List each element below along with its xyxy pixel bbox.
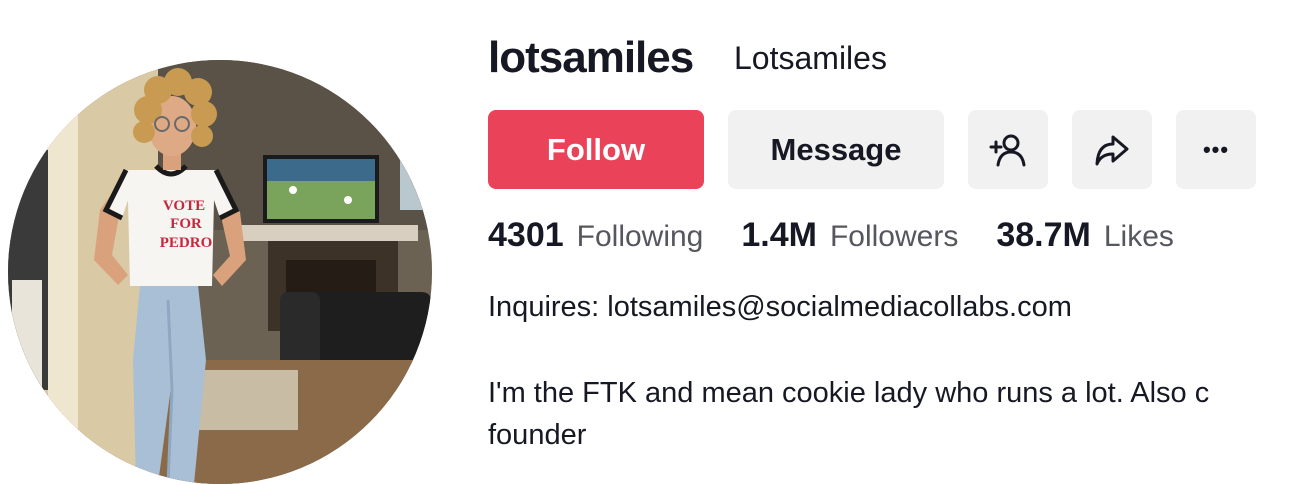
followers-count: 1.4M xyxy=(741,216,817,254)
shirt-text-3: PEDRO xyxy=(160,235,213,251)
follow-button[interactable]: Follow xyxy=(488,110,704,189)
following-label: Following xyxy=(576,220,704,253)
avatar[interactable]: VOTE FOR PEDRO xyxy=(8,60,432,484)
shirt-text-2: FOR xyxy=(170,216,202,232)
bio-text: I'm the FTK and mean cookie lady who run… xyxy=(488,372,1290,456)
bio-line-1: I'm the FTK and mean cookie lady who run… xyxy=(488,377,1210,409)
following-count: 4301 xyxy=(488,216,564,254)
share-button[interactable] xyxy=(1072,110,1152,189)
add-user-icon xyxy=(989,134,1026,166)
bio-contact: Inquires: lotsamiles@socialmediacollabs.… xyxy=(488,291,1072,323)
profile-photo-icon: VOTE FOR PEDRO xyxy=(8,60,432,484)
shirt-text-1: VOTE xyxy=(163,198,205,214)
stat-followers[interactable]: 1.4M Followers xyxy=(741,216,958,255)
stat-likes: 38.7M Likes xyxy=(996,216,1174,255)
add-friend-button[interactable] xyxy=(968,110,1048,189)
message-button[interactable]: Message xyxy=(728,110,944,189)
stat-following[interactable]: 4301 Following xyxy=(488,216,703,255)
more-options-button[interactable]: ••• xyxy=(1176,110,1256,189)
likes-label: Likes xyxy=(1103,220,1174,253)
followers-label: Followers xyxy=(829,220,959,253)
profile-stats: 4301 Following 1.4M Followers 38.7M Like… xyxy=(488,216,1212,262)
username: lotsamiles xyxy=(488,33,694,82)
share-icon xyxy=(1095,135,1129,165)
likes-count: 38.7M xyxy=(996,216,1091,254)
nickname: Lotsamiles xyxy=(734,40,887,76)
more-icon: ••• xyxy=(1202,136,1230,162)
bio-line-2: founder xyxy=(488,419,587,451)
